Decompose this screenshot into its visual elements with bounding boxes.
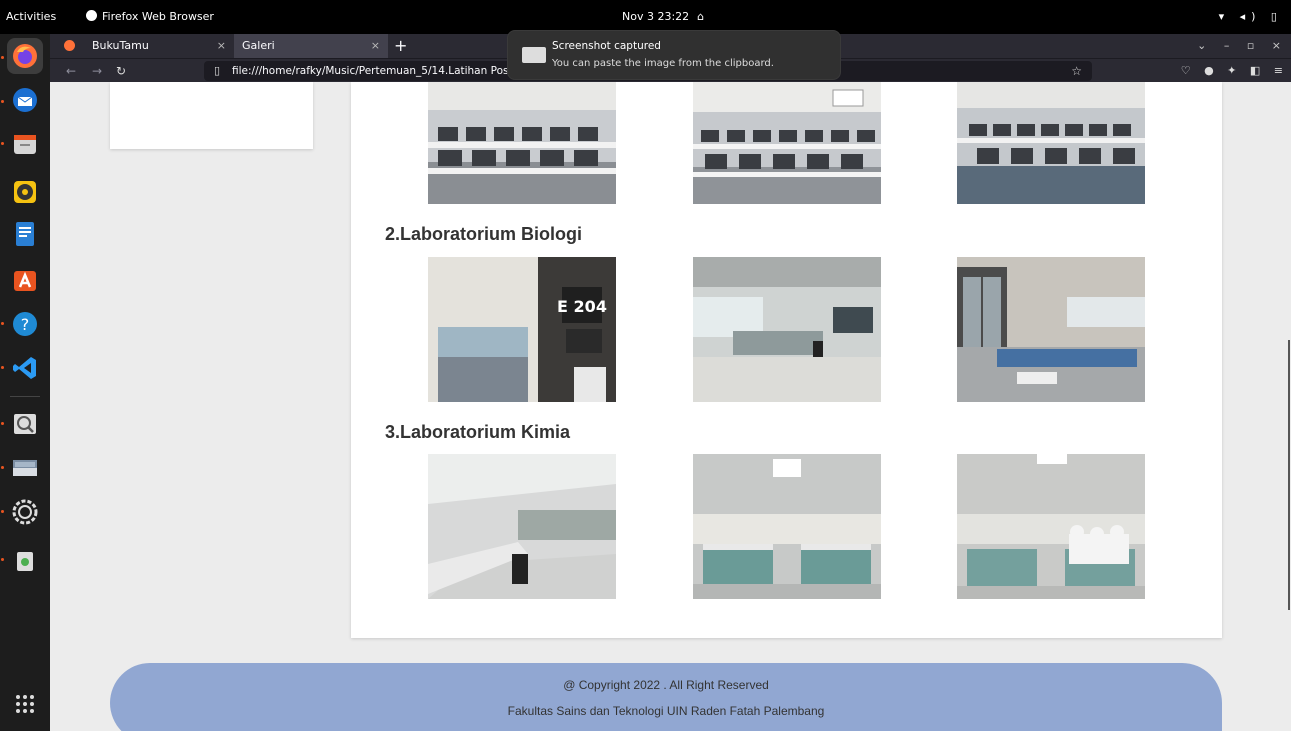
footer-copyright: @ Copyright 2022 . All Right Reserved (563, 678, 769, 692)
app-menu[interactable]: Firefox Web Browser (86, 0, 214, 34)
notification-title: Screenshot captured (552, 40, 661, 52)
notification-body: You can paste the image from the clipboa… (552, 58, 774, 69)
trash-dock-icon[interactable] (7, 542, 43, 578)
settings-dock-icon[interactable] (7, 494, 43, 530)
vscode-dock-icon[interactable] (7, 350, 43, 386)
show-apps-icon[interactable] (7, 686, 43, 722)
firefox-icon (86, 10, 97, 21)
close-tab-icon[interactable]: × (371, 34, 380, 58)
tab-galeri[interactable]: Galeri × (234, 34, 388, 58)
footer: @ Copyright 2022 . All Right Reserved Fa… (110, 663, 1222, 731)
files-dock-icon[interactable] (7, 126, 43, 162)
lab-kimia-photo (428, 454, 616, 599)
app-name: Firefox Web Browser (102, 10, 214, 23)
svg-text:E 204: E 204 (557, 297, 607, 316)
footer-faculty: Fakultas Sains dan Teknologi UIN Raden F… (507, 704, 825, 718)
clock[interactable]: Nov 3 23:22 ⌂ (622, 0, 704, 34)
screenshot-notification[interactable]: Screenshot captured You can paste the im… (507, 30, 841, 80)
writer-dock-icon[interactable] (7, 216, 43, 252)
reload-icon[interactable]: ↻ (116, 59, 126, 83)
running-indicator (1, 100, 4, 103)
lab-computer-photo (957, 82, 1145, 204)
clock-text: Nov 3 23:22 (622, 10, 690, 23)
gallery-card: 2.Laboratorium Biologi E 204 3.Laborator… (351, 82, 1222, 638)
thunderbird-dock-icon[interactable] (7, 82, 43, 118)
running-indicator (1, 322, 4, 325)
tab-title: BukuTamu (92, 39, 149, 52)
running-indicator (1, 142, 4, 145)
back-arrow-icon[interactable]: ← (66, 59, 76, 83)
svg-text:?: ? (21, 315, 30, 334)
window-controls[interactable]: ⌄ – ▫ × (1197, 34, 1281, 58)
tab-title: Galeri (242, 39, 275, 52)
running-indicator (1, 558, 4, 561)
url-text: file:///home/rafky/Music/Pertemuan_5/14.… (232, 65, 532, 77)
bookmark-star-icon[interactable]: ☆ (1071, 61, 1082, 81)
lab-computer-photo (693, 82, 881, 204)
screenshot-thumbnail-icon (522, 47, 546, 63)
firefox-dock-icon[interactable] (7, 38, 43, 74)
toolbar-icons[interactable]: ♡ ● ✦ ◧ ≡ (1181, 59, 1283, 83)
rhythmbox-dock-icon[interactable] (7, 174, 43, 210)
close-tab-icon[interactable]: × (217, 34, 226, 58)
notification-bell-icon: ⌂ (697, 10, 705, 23)
page-icon: ▯ (214, 64, 221, 77)
sidebar-card (110, 82, 313, 149)
section-title-kimia: 3.Laboratorium Kimia (385, 422, 571, 442)
image-viewer-dock-icon[interactable] (7, 406, 43, 442)
system-menu[interactable]: ▾ ◂) ▯ (1219, 0, 1283, 34)
lab-kimia-photo (957, 454, 1145, 599)
help-dock-icon[interactable]: ? (7, 306, 43, 342)
activities-button[interactable]: Activities (6, 0, 56, 34)
new-tab-button[interactable]: + (394, 34, 407, 58)
lab-biologi-photo (957, 257, 1145, 402)
lab-biologi-photo: E 204 (428, 257, 616, 402)
lab-computer-photo (428, 82, 616, 204)
running-indicator (1, 510, 4, 513)
lab-kimia-photo (693, 454, 881, 599)
section-title-biologi: 2.Laboratorium Biologi (385, 224, 583, 244)
tab-bukutamu[interactable]: BukuTamu × (50, 34, 234, 58)
screenshot-dock-icon[interactable] (7, 450, 43, 486)
running-indicator (1, 466, 4, 469)
running-indicator (1, 366, 4, 369)
dock: ? (0, 34, 50, 731)
lab-biologi-photo (693, 257, 881, 402)
app-center-dock-icon[interactable] (7, 262, 43, 298)
page-scrollbar[interactable] (1288, 340, 1290, 610)
forward-arrow-icon[interactable]: → (92, 59, 102, 83)
dock-separator (10, 396, 40, 397)
running-indicator (1, 422, 4, 425)
page-viewport: 2.Laboratorium Biologi E 204 3.Laborator… (50, 82, 1291, 731)
firefox-tab-icon (64, 40, 75, 51)
gnome-top-bar: Activities Firefox Web Browser Nov 3 23:… (0, 0, 1291, 34)
running-indicator (1, 56, 4, 59)
